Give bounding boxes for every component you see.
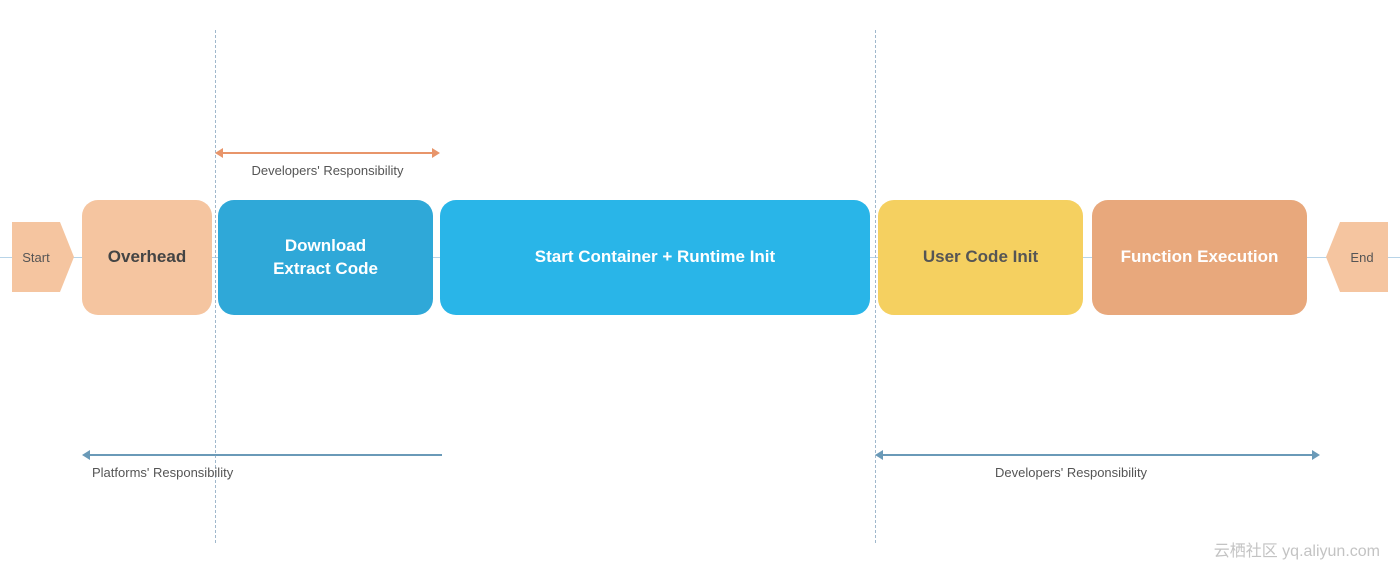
arrow-head-left-dev-bottom xyxy=(875,450,883,460)
dev-responsibility-bottom: Developers' Responsibility xyxy=(875,450,1320,482)
plat-responsibility-label: Platforms' Responsibility xyxy=(82,464,233,482)
dev-bottom-line xyxy=(883,454,1312,456)
box-user-code-init: User Code Init xyxy=(878,200,1083,315)
arrow-head-left-top xyxy=(215,148,223,158)
dev-responsibility-top: Developers' Responsibility xyxy=(215,148,440,180)
watermark: 云栖社区 yq.aliyun.com xyxy=(1214,537,1380,561)
box-download-extract: Download Extract Code xyxy=(218,200,433,315)
usercode-label: User Code Init xyxy=(923,246,1038,268)
box-overhead: Overhead xyxy=(82,200,212,315)
arrow-head-right-dev-bottom xyxy=(1312,450,1320,460)
plat-line xyxy=(90,454,442,456)
arrow-head-left-plat xyxy=(82,450,90,460)
download-label: Download Extract Code xyxy=(273,235,378,279)
svg-text:Start: Start xyxy=(22,250,50,265)
dev-responsibility-top-label: Developers' Responsibility xyxy=(251,162,403,180)
svg-text:End: End xyxy=(1350,250,1373,265)
box-container-runtime: Start Container + Runtime Init xyxy=(440,200,870,315)
container-label: Start Container + Runtime Init xyxy=(535,246,775,268)
dev-responsibility-bottom-label: Developers' Responsibility xyxy=(875,464,1147,482)
plat-responsibility-bottom: Platforms' Responsibility xyxy=(82,450,442,482)
end-arrow: End xyxy=(1326,222,1388,292)
start-arrow: Start xyxy=(12,222,74,292)
overhead-label: Overhead xyxy=(108,246,186,268)
arrow-head-right-top xyxy=(432,148,440,158)
diagram-container: Start End Overhead Download Extract Code… xyxy=(0,0,1400,573)
bracket-line-top xyxy=(223,152,432,154)
box-function-execution: Function Execution xyxy=(1092,200,1307,315)
function-label: Function Execution xyxy=(1121,246,1279,268)
